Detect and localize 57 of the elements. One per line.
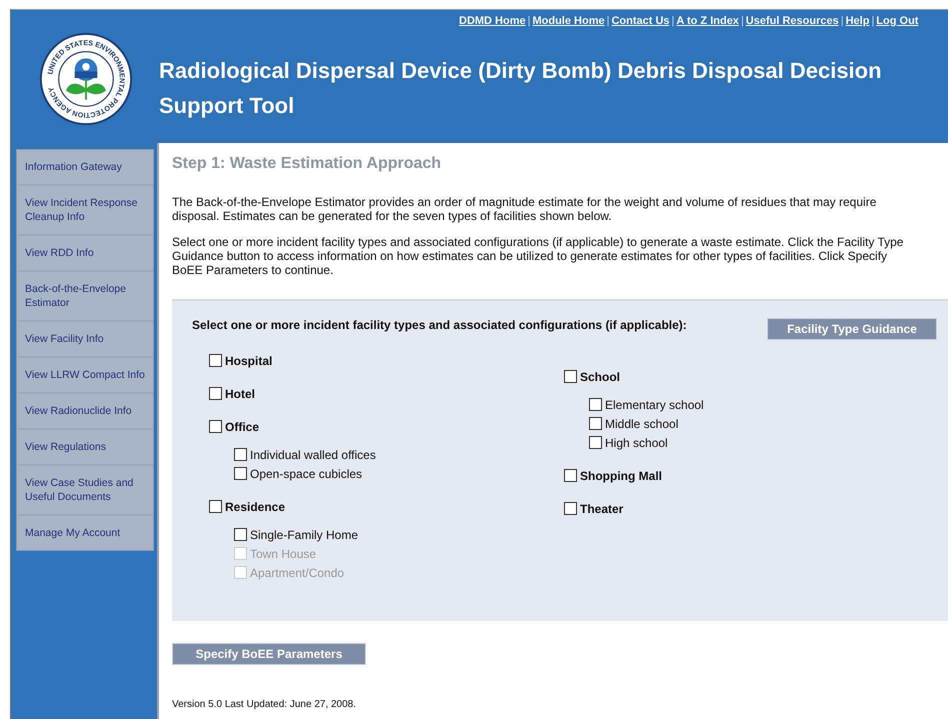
checkbox[interactable] [589,436,602,449]
link-separator: | [528,15,530,27]
sidebar-item[interactable]: View Regulations [17,430,153,466]
option-label: Apartment/Condo [250,566,344,580]
option-label: Open-space cubicles [250,466,362,480]
link-separator: | [871,15,874,27]
link-separator: | [672,15,674,27]
checkbox[interactable] [234,467,247,480]
nav-link[interactable]: DDMD Home [459,15,526,27]
step-heading: Step 1: Waste Estimation Approach [172,155,442,173]
nav-link[interactable]: Contact Us [611,15,670,27]
intro-paragraph: Select one or more incident facility types and associated configurations (if applicable) to generate a waste estimate. Click the Facility Type Guidance button to access information on how estimates can be utilized to generate estimates for other types of facilities. Click Specify BoEE Parameters to continue. [172,235,904,277]
nav-link[interactable]: Help [846,15,870,27]
checkbox[interactable] [564,370,577,383]
checkbox[interactable] [209,500,222,513]
sidebar-item[interactable]: View RDD Info [17,236,153,272]
sidebar-item[interactable]: View Incident Response Cleanup Info [17,186,153,236]
checkbox[interactable] [564,469,577,482]
link-separator: | [606,15,610,27]
option-label: Hospital [225,354,272,368]
nav-link[interactable]: Log Out [876,15,918,27]
option-label: Residence [225,500,286,514]
checkbox[interactable] [234,528,247,541]
option-label: Middle school [605,416,678,430]
link-separator: | [840,15,844,27]
nav-link[interactable]: Useful Resources [746,15,839,27]
option-label: Hotel [225,386,255,400]
option-label: Office [225,420,260,434]
checkbox[interactable] [209,387,222,400]
option-label: Individual walled offices [250,448,376,462]
checkbox[interactable] [209,420,222,433]
option-label: Theater [580,502,624,516]
intro-paragraph: The Back-of-the-Envelope Estimator provides an order of magnitude estimate for the weight and volume of residues that may require disposal. Estimates can be generated for the seven types of facilities shown below. [172,195,878,223]
nav-link[interactable]: Module Home [532,15,605,27]
version-footer: Version 5.0 Last Updated: June 27, 2008. [172,699,948,710]
checkbox[interactable] [564,502,577,515]
checkbox[interactable] [589,417,602,430]
option-label: Elementary school [605,398,704,412]
nav-link[interactable]: A to Z Index [676,15,739,27]
sidebar-item[interactable]: Back-of-the-Envelope Estimator [17,272,153,322]
panel-prompt: Select one or more incident facility types and associated configurations (if applicable): [192,318,687,332]
option-label: Town House [250,546,316,560]
option-label: Single-Family Home [250,528,358,542]
option-label: School [580,370,620,384]
sidebar-item[interactable]: Information Gateway [17,150,153,186]
option-label: High school [605,436,668,450]
checkbox[interactable] [589,398,602,411]
app-title: Radiological Dispersal Device (Dirty Bomb) Debris Disposal Decision Support Tool [159,57,883,120]
sidebar-item[interactable]: View LLRW Compact Info [17,358,153,394]
checkbox[interactable] [234,448,247,461]
sidebar-item[interactable]: Manage My Account [17,516,153,550]
option-label: Shopping Mall [580,468,662,482]
sidebar-item[interactable]: View Case Studies and Useful Documents [17,466,153,516]
sidebar-item[interactable]: View Radionuclide Info [17,394,153,430]
sidebar-item[interactable]: View Facility Info [17,322,153,358]
checkbox[interactable] [209,354,222,367]
link-separator: | [740,15,744,27]
